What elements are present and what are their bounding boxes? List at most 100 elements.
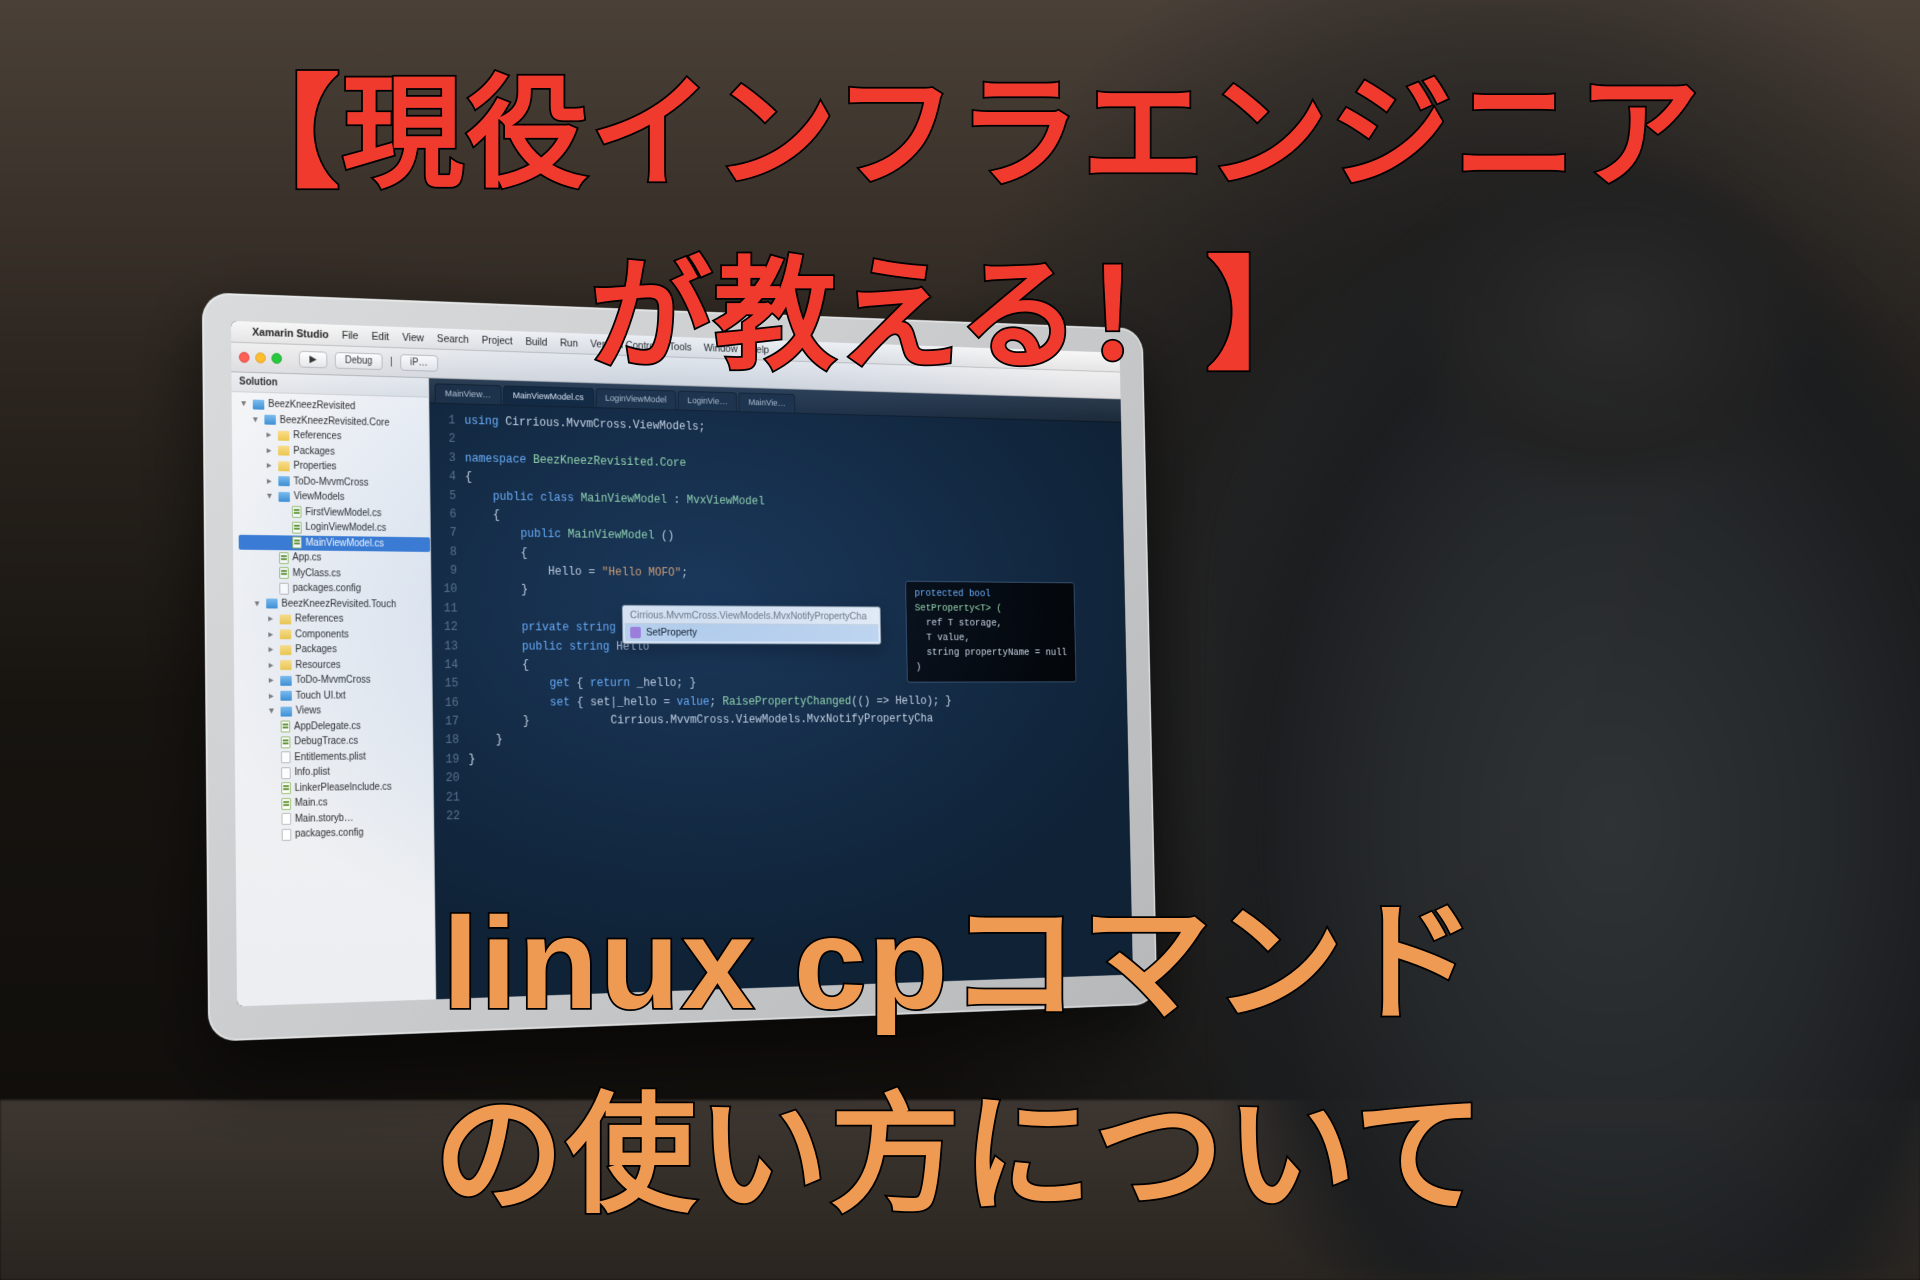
tree-node[interactable]: ▸Touch UI.txt <box>240 688 432 704</box>
tree-node-label: Main.storyb… <box>295 810 354 826</box>
tree-node[interactable]: ▸Components <box>239 627 431 643</box>
tree-node[interactable]: MyClass.cs <box>239 565 431 582</box>
toolbar-sep: | <box>390 357 393 368</box>
blurred-person <box>1220 140 1920 1280</box>
minimize-icon[interactable] <box>255 352 266 363</box>
tree-node-label: Properties <box>293 459 336 475</box>
tree-node-label: ViewModels <box>294 489 345 505</box>
editor-tab[interactable]: LoginViewModel <box>595 388 676 409</box>
tree-node-label: MainViewModel.cs <box>305 535 383 551</box>
menu-view[interactable]: View <box>402 331 424 343</box>
editor-tab[interactable]: LoginVie… <box>678 391 738 412</box>
folder-icon <box>280 676 292 686</box>
tree-node[interactable]: ▾Views <box>240 703 432 719</box>
folder-icon <box>280 660 292 670</box>
csharp-file-icon <box>281 736 291 748</box>
csharp-file-icon <box>292 521 302 533</box>
menu-help[interactable]: Help <box>749 344 769 356</box>
tree-node-label: packages.config <box>295 826 364 843</box>
folder-icon <box>280 706 292 716</box>
csharp-file-icon <box>281 782 291 794</box>
tree-node-label: MyClass.cs <box>292 566 341 582</box>
folder-icon <box>278 492 290 502</box>
menu-run[interactable]: Run <box>560 337 578 349</box>
tree-node-label: ToDo-MvvmCross <box>295 673 370 688</box>
tree-node-label: packages.config <box>293 581 361 597</box>
config-selector[interactable]: Debug <box>334 352 382 370</box>
folder-icon <box>264 415 276 425</box>
menu-build[interactable]: Build <box>525 336 547 348</box>
csharp-file-icon <box>292 506 302 518</box>
tree-node[interactable]: ▸Packages <box>240 642 432 658</box>
menu-edit[interactable]: Edit <box>371 330 389 342</box>
tree-node[interactable]: DebugTrace.cs <box>240 733 432 750</box>
tree-node[interactable]: ▾ViewModels <box>238 488 429 507</box>
tree-node-label: FirstViewModel.cs <box>305 505 381 521</box>
file-icon <box>281 752 291 764</box>
tree-node-label: Packages <box>295 642 337 657</box>
signature-tooltip: protected bool SetProperty<T> ( ref T st… <box>905 581 1076 682</box>
folder-icon <box>253 399 265 409</box>
app-name: Xamarin Studio <box>252 326 329 340</box>
csharp-file-icon <box>292 537 302 549</box>
tree-node-label: ToDo-MvvmCross <box>293 474 368 491</box>
tree-node-label: References <box>295 612 344 628</box>
zoom-icon[interactable] <box>271 353 282 364</box>
solution-sidebar[interactable]: Solution ▾BeezKneezRevisited▾BeezKneezRe… <box>231 372 436 1006</box>
menu-project[interactable]: Project <box>482 334 513 347</box>
tree-node-label: Components <box>295 627 349 642</box>
run-button[interactable]: ▶ <box>299 351 327 369</box>
target-selector[interactable]: iP… <box>400 354 438 372</box>
tree-node-label: LoginViewModel.cs <box>305 520 386 536</box>
editor-tab[interactable]: MainVie… <box>739 392 796 412</box>
code-editor[interactable]: MainView…MainViewModel.csLoginViewModelL… <box>429 378 1133 999</box>
csharp-file-icon <box>281 721 291 733</box>
tree-node-label: BeezKneezRevisited.Touch <box>281 596 396 612</box>
menu-vc[interactable]: Version Control <box>590 338 657 352</box>
folder-icon <box>278 431 290 441</box>
file-icon <box>282 829 292 841</box>
close-icon[interactable] <box>239 352 250 363</box>
tree-node[interactable]: ▸Resources <box>240 658 432 673</box>
csharp-file-icon <box>279 567 289 579</box>
folder-icon <box>278 446 290 456</box>
intellisense-item-label: SetProperty <box>646 627 697 639</box>
file-icon <box>281 767 291 779</box>
folder-icon <box>278 461 290 471</box>
tree-node[interactable]: ▸ToDo-MvvmCross <box>240 673 432 689</box>
intellisense-header: Cirrious.MvvmCross.ViewModels.MvxNotifyP… <box>625 608 879 625</box>
tree-node-label: Packages <box>293 443 335 459</box>
menu-tools[interactable]: Tools <box>669 341 692 353</box>
csharp-file-icon <box>281 798 291 810</box>
laptop-screen: Xamarin Studio File Edit View Search Pro… <box>231 321 1133 1006</box>
tree-node-label: Touch UI.txt <box>296 688 346 703</box>
method-icon <box>630 627 641 638</box>
tree-node-label: Entitlements.plist <box>294 749 366 765</box>
csharp-file-icon <box>279 552 289 564</box>
tree-node-label: Views <box>296 704 321 719</box>
tree-node-label: References <box>293 428 341 444</box>
tree-node-label: Info.plist <box>294 765 330 781</box>
folder-icon <box>280 614 292 624</box>
intellisense-popup[interactable]: Cirrious.MvvmCross.ViewModels.MvxNotifyP… <box>622 605 881 645</box>
tree-node-label: Resources <box>295 658 340 673</box>
folder-icon <box>280 645 292 655</box>
tree-node[interactable]: packages.config <box>239 580 431 597</box>
tree-node[interactable]: ▸References <box>239 611 431 627</box>
tree-node-label: App.cs <box>292 550 321 566</box>
editor-tab[interactable]: MainViewModel.cs <box>503 385 594 407</box>
folder-icon <box>266 599 278 609</box>
tree-node[interactable]: AppDelegate.cs <box>240 718 432 735</box>
tree-node[interactable]: packages.config <box>241 824 433 843</box>
solution-tree[interactable]: ▾BeezKneezRevisited▾BeezKneezRevisited.C… <box>232 392 434 847</box>
folder-icon <box>280 630 292 640</box>
laptop-bezel: Xamarin Studio File Edit View Search Pro… <box>202 292 1158 1042</box>
window-controls[interactable] <box>239 352 282 364</box>
menu-window[interactable]: Window <box>704 342 738 354</box>
menu-file[interactable]: File <box>342 329 359 341</box>
editor-tab[interactable]: MainView… <box>435 383 502 404</box>
intellisense-item[interactable]: SetProperty <box>625 624 879 642</box>
tree-node[interactable]: ▾BeezKneezRevisited.Touch <box>239 596 431 612</box>
menu-search[interactable]: Search <box>437 333 469 346</box>
folder-icon <box>280 691 292 701</box>
